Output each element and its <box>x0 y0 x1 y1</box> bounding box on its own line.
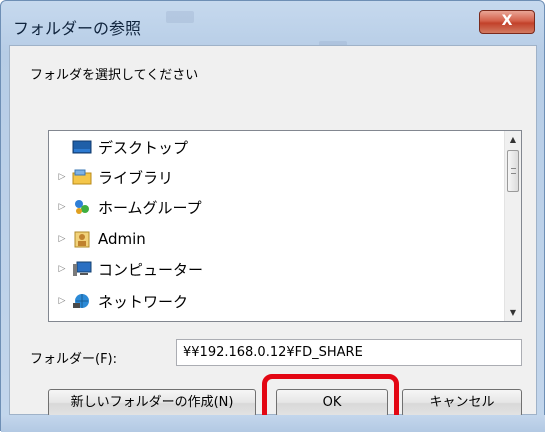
scroll-thumb[interactable] <box>507 150 519 192</box>
new-folder-button[interactable]: 新しいフォルダーの作成(N) <box>48 389 256 417</box>
network-icon <box>71 291 93 311</box>
close-button[interactable]: X <box>479 10 535 34</box>
expand-arrow-icon[interactable]: ▷ <box>55 264 69 274</box>
expand-arrow-icon[interactable]: ▷ <box>55 234 69 244</box>
tree-scrollbar[interactable]: ▲ ▼ <box>504 131 521 321</box>
tree-item-computer[interactable]: ▷ コンピューター <box>49 255 203 283</box>
background-artifact <box>166 11 194 23</box>
folder-field-label: フォルダー(F): <box>30 352 118 367</box>
desktop-icon <box>71 137 93 157</box>
scroll-grip-icon <box>511 168 516 174</box>
window-bottom-border <box>1 415 545 432</box>
tree-item-library[interactable]: ▷ ライブラリ <box>49 163 173 191</box>
tree-item-homegroup[interactable]: ▷ ホームグループ <box>49 193 202 221</box>
tree-item-admin[interactable]: ▷ Admin <box>49 225 146 253</box>
window-title: フォルダーの参照 <box>13 19 142 38</box>
dialog-window: フォルダーの参照 X フォルダを選択してください デスクトップ ▷ ライブラリ … <box>0 0 545 432</box>
folder-path-input[interactable]: ¥¥192.168.0.12¥FD_SHARE <box>176 339 522 366</box>
user-folder-icon <box>71 229 93 249</box>
expand-arrow-icon[interactable]: ▷ <box>55 172 69 182</box>
homegroup-icon <box>71 197 93 217</box>
scroll-down-arrow-icon[interactable]: ▼ <box>505 304 521 321</box>
tree-item-label: Admin <box>98 230 146 248</box>
tree-item-label: ライブラリ <box>98 168 174 187</box>
expand-arrow-icon[interactable]: ▷ <box>55 202 69 212</box>
expand-arrow-icon[interactable]: ▷ <box>55 296 69 306</box>
dialog-body: フォルダを選択してください デスクトップ ▷ ライブラリ ▷ ホームグループ ▷… <box>9 45 537 430</box>
computer-icon <box>71 259 93 279</box>
tree-item-label: デスクトップ <box>98 138 189 157</box>
tree-item-label: ホームグループ <box>98 198 202 217</box>
tree-item-label: コンピューター <box>98 260 204 279</box>
folder-tree[interactable]: デスクトップ ▷ ライブラリ ▷ ホームグループ ▷ Admin ▷ コンピュー… <box>48 130 522 322</box>
tree-item-desktop[interactable]: デスクトップ <box>49 133 188 161</box>
scroll-up-arrow-icon[interactable]: ▲ <box>505 131 521 148</box>
tree-item-network[interactable]: ▷ ネットワーク <box>49 287 188 315</box>
dialog-prompt: フォルダを選択してください <box>30 68 199 83</box>
tree-item-label: ネットワーク <box>98 292 189 311</box>
library-icon <box>71 167 93 187</box>
cancel-button[interactable]: キャンセル <box>402 389 522 417</box>
